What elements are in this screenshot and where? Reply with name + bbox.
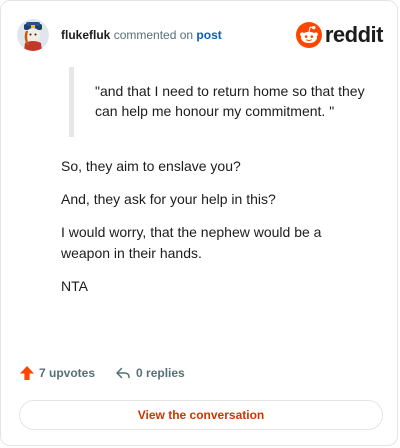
comment-paragraph: And, they ask for your help in this? xyxy=(61,191,276,207)
reddit-logo[interactable]: reddit xyxy=(295,22,384,48)
reply-arrow-icon xyxy=(116,367,130,379)
username-link[interactable]: flukefluk xyxy=(61,28,110,42)
comment-meta: flukefluk commented on post xyxy=(61,27,222,43)
avatar-icon xyxy=(17,19,49,51)
user-avatar[interactable] xyxy=(17,19,49,51)
comment-embed-card: flukefluk commented on post reddit "and … xyxy=(0,0,398,446)
reddit-snoo-icon xyxy=(295,22,322,48)
view-conversation-button[interactable]: View the conversation xyxy=(19,400,383,430)
blockquote: "and that I need to return home so that … xyxy=(69,67,373,137)
reply-count: 0 replies xyxy=(136,366,185,380)
comment-paragraph: So, they aim to enslave you? xyxy=(61,158,241,174)
upvote-count: 7 upvotes xyxy=(39,366,96,380)
reply-stat[interactable]: 0 replies xyxy=(115,365,185,381)
comment-body: "and that I need to return home so that … xyxy=(61,67,373,297)
upvote-stat[interactable]: 7 upvotes xyxy=(19,365,95,381)
comment-header: flukefluk commented on post reddit xyxy=(17,15,384,55)
upvote-arrow-icon xyxy=(20,366,34,380)
comment-paragraph: I would worry, that the nephew would be … xyxy=(61,224,322,261)
comment-footer: 7 upvotes 0 replies xyxy=(19,365,185,381)
reddit-wordmark: reddit xyxy=(324,22,384,47)
post-link[interactable]: post xyxy=(196,28,221,42)
comment-action-text: commented on xyxy=(113,28,194,42)
comment-paragraph: NTA xyxy=(61,278,88,294)
